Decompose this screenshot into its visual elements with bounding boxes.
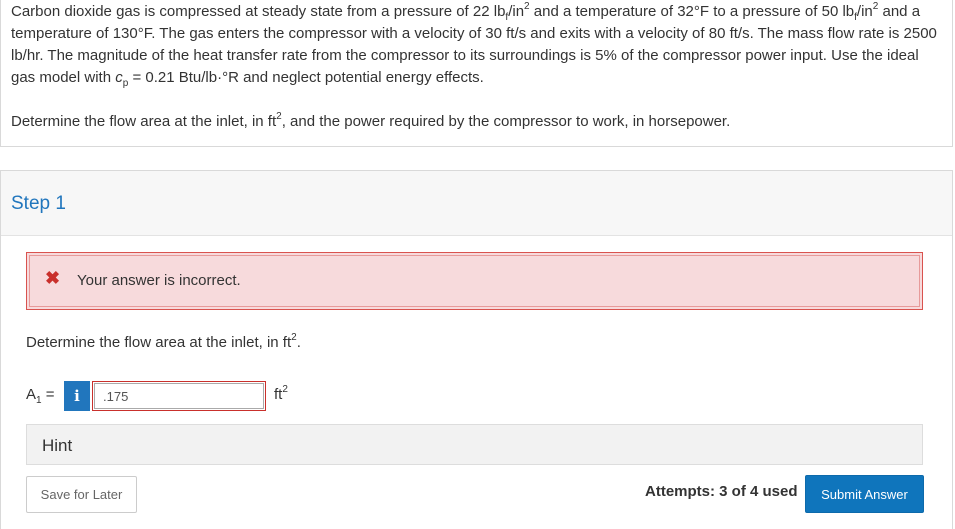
problem-text-part: /in <box>856 3 873 20</box>
superscript: 2 <box>276 111 282 122</box>
question-part: , and the power required by the compress… <box>281 113 731 130</box>
prompt-part: . <box>296 334 301 351</box>
problem-text-part: = 0.21 Btu/lb·°R and neglect potential e… <box>128 69 484 86</box>
unit-label: ft2 <box>274 384 288 404</box>
answer-input-wrapper <box>92 381 266 411</box>
question-part: Determine the flow area at the inlet, in… <box>11 113 277 130</box>
problem-text-part: Carbon dioxide gas is compressed at stea… <box>11 3 506 20</box>
problem-card: Carbon dioxide gas is compressed at stea… <box>0 0 953 147</box>
symbol: c <box>115 69 123 86</box>
alert-message: Your answer is incorrect. <box>77 272 241 289</box>
problem-statement: Carbon dioxide gas is compressed at stea… <box>11 1 941 89</box>
problem-text-part: and a temperature of 32°F to a pressure … <box>529 3 855 20</box>
save-for-later-button[interactable]: Save for Later <box>26 476 137 513</box>
prompt-part: Determine the flow area at the inlet, in… <box>26 334 292 351</box>
attempts-counter: Attempts: 3 of 4 used <box>645 483 798 500</box>
info-icon[interactable]: i <box>64 381 90 411</box>
equals-sign: = <box>41 386 55 403</box>
superscript: 2 <box>872 1 879 12</box>
superscript: 2 <box>291 332 297 343</box>
superscript: 2 <box>282 384 288 395</box>
step-prompt: Determine the flow area at the inlet, in… <box>26 332 301 352</box>
hint-label: Hint <box>42 436 73 455</box>
close-icon: ✖ <box>45 268 61 288</box>
question-text: Determine the flow area at the inlet, in… <box>11 111 730 133</box>
incorrect-alert: ✖ Your answer is incorrect. <box>26 252 923 310</box>
problem-text-part: /in <box>508 3 525 20</box>
step-title: Step 1 <box>11 193 66 214</box>
superscript: 2 <box>524 1 530 12</box>
variable-letter: A <box>26 386 37 403</box>
answer-row: A1 = i ft2 <box>26 381 426 411</box>
answer-input[interactable] <box>94 383 264 409</box>
step-section: Step 1 ✖ Your answer is incorrect. Deter… <box>0 170 953 529</box>
step-header: Step 1 <box>1 171 952 236</box>
submit-answer-button[interactable]: Submit Answer <box>805 475 924 513</box>
hint-bar[interactable]: Hint <box>26 424 923 465</box>
variable-label: A1 = <box>26 386 55 406</box>
